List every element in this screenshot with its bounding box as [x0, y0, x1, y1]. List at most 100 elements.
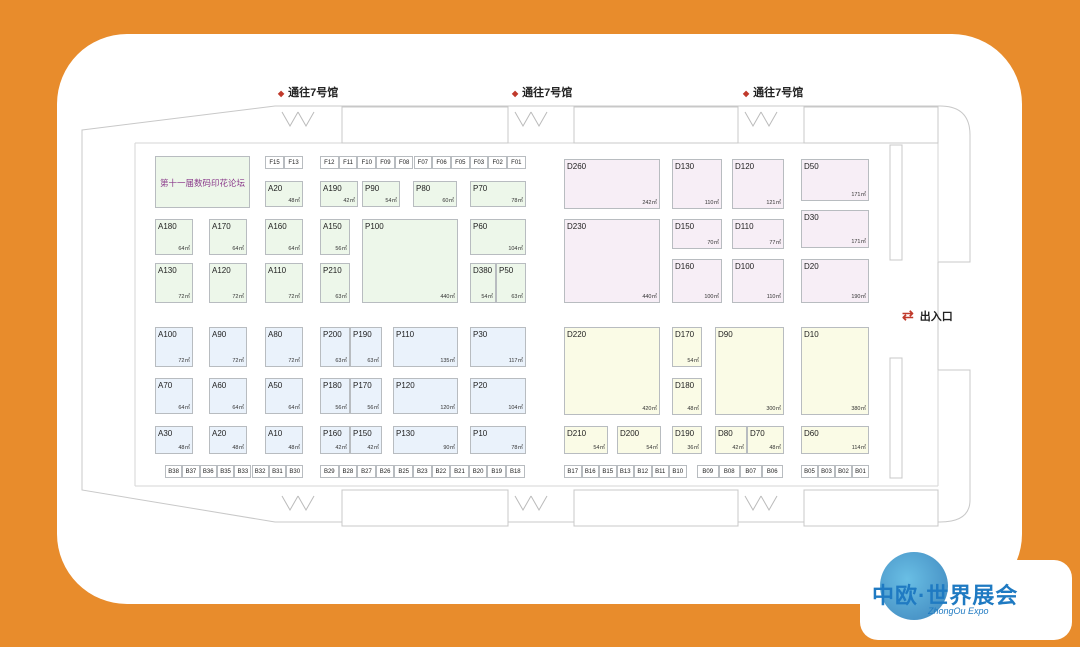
booth-d210[interactable]: D210 54㎡	[564, 426, 608, 454]
booth-d50[interactable]: D50 171㎡	[801, 159, 869, 201]
booth-d100[interactable]: D100 110㎡	[732, 259, 784, 303]
booth-a170[interactable]: A170 64㎡	[209, 219, 247, 255]
booth-a20[interactable]: A20 48㎡	[209, 426, 247, 454]
booth-d200[interactable]: D200 54㎡	[617, 426, 661, 454]
booth-b37[interactable]: B37	[182, 465, 200, 478]
booth-f11[interactable]: F11	[338, 156, 358, 169]
booth-b02[interactable]: B02	[835, 465, 852, 478]
booth-b23[interactable]: B23	[413, 465, 432, 478]
booth-f09[interactable]: F09	[376, 156, 395, 169]
booth-d120[interactable]: D120 121㎡	[732, 159, 784, 209]
booth-b31[interactable]: B31	[268, 465, 287, 478]
booth-b32[interactable]: B32	[251, 465, 269, 478]
booth-b35[interactable]: B35	[216, 465, 235, 478]
booth-b20[interactable]: B20	[468, 465, 488, 478]
booth-b06[interactable]: B06	[761, 465, 783, 478]
booth-a160[interactable]: A160 64㎡	[265, 219, 303, 255]
booth-p120[interactable]: P120 120㎡	[393, 378, 458, 414]
booth-p70[interactable]: P70 78㎡	[470, 181, 526, 207]
booth-b26[interactable]: B26	[375, 465, 395, 478]
booth-d230[interactable]: D230 440㎡	[564, 219, 660, 303]
booth-p210[interactable]: P210 63㎡	[320, 263, 350, 303]
booth-b22[interactable]: B22	[431, 465, 451, 478]
booth-f13[interactable]: F13	[284, 156, 303, 169]
booth-d70[interactable]: D70 48㎡	[747, 426, 784, 454]
booth-d20[interactable]: D20 190㎡	[801, 259, 869, 303]
booth-f10[interactable]: F10	[357, 156, 377, 169]
booth-d30[interactable]: D30 171㎡	[801, 210, 869, 248]
booth-d110[interactable]: D110 77㎡	[732, 219, 784, 249]
booth-b36[interactable]: B36	[199, 465, 217, 478]
booth-f15[interactable]: F15	[265, 156, 284, 169]
booth-b21[interactable]: B21	[450, 465, 469, 478]
booth-p90[interactable]: P90 54㎡	[362, 181, 400, 207]
booth-d220[interactable]: D220 420㎡	[564, 327, 660, 415]
booth-b29[interactable]: B29	[320, 465, 339, 478]
booth-b01[interactable]: B01	[852, 465, 869, 478]
booth-b16[interactable]: B16	[581, 465, 599, 478]
booth-b18[interactable]: B18	[506, 465, 525, 478]
booth-a120[interactable]: A120 72㎡	[209, 263, 247, 303]
booth-a110[interactable]: A110 72㎡	[265, 263, 303, 303]
booth-b25[interactable]: B25	[394, 465, 413, 478]
booth-p100[interactable]: P100 440㎡	[362, 219, 458, 303]
booth-f05[interactable]: F05	[450, 156, 470, 169]
booth-p30[interactable]: P30 117㎡	[470, 327, 526, 367]
booth-d160[interactable]: D160 100㎡	[672, 259, 722, 303]
booth-b17[interactable]: B17	[564, 465, 582, 478]
booth-b33[interactable]: B33	[234, 465, 252, 478]
booth-p150[interactable]: P150 42㎡	[350, 426, 382, 454]
booth-a180[interactable]: A180 64㎡	[155, 219, 193, 255]
booth-a90[interactable]: A90 72㎡	[209, 327, 247, 367]
forum-area[interactable]: 第十一届数码印花论坛	[155, 156, 250, 208]
booth-a150[interactable]: A150 56㎡	[320, 219, 350, 255]
booth-b12[interactable]: B12	[634, 465, 652, 478]
booth-f03[interactable]: F03	[469, 156, 489, 169]
booth-p170[interactable]: P170 56㎡	[350, 378, 382, 414]
booth-b03[interactable]: B03	[818, 465, 835, 478]
booth-p10[interactable]: P10 78㎡	[470, 426, 526, 454]
booth-p50[interactable]: P50 63㎡	[496, 263, 526, 303]
booth-a80[interactable]: A80 72㎡	[265, 327, 303, 367]
booth-p110[interactable]: P110 135㎡	[393, 327, 458, 367]
booth-f06[interactable]: F06	[432, 156, 451, 169]
booth-b38[interactable]: B38	[165, 465, 183, 478]
booth-p200[interactable]: P200 63㎡	[320, 327, 350, 367]
booth-b19[interactable]: B19	[487, 465, 506, 478]
booth-d170[interactable]: D170 54㎡	[672, 327, 702, 367]
booth-p180[interactable]: P180 56㎡	[320, 378, 350, 414]
booth-a190[interactable]: A190 42㎡	[320, 181, 358, 207]
booth-d80[interactable]: D80 42㎡	[715, 426, 747, 454]
booth-f12[interactable]: F12	[320, 156, 339, 169]
booth-p130[interactable]: P130 90㎡	[393, 426, 458, 454]
booth-b10[interactable]: B10	[669, 465, 687, 478]
booth-d60[interactable]: D60 114㎡	[801, 426, 869, 454]
booth-a130[interactable]: A130 72㎡	[155, 263, 193, 303]
booth-b05[interactable]: B05	[801, 465, 818, 478]
booth-p80[interactable]: P80 60㎡	[413, 181, 457, 207]
booth-b28[interactable]: B28	[338, 465, 358, 478]
booth-d10[interactable]: D10 380㎡	[801, 327, 869, 415]
booth-a30[interactable]: A30 48㎡	[155, 426, 193, 454]
booth-b13[interactable]: B13	[616, 465, 634, 478]
booth-b15[interactable]: B15	[599, 465, 617, 478]
booth-a60[interactable]: A60 64㎡	[209, 378, 247, 414]
booth-d130[interactable]: D130 110㎡	[672, 159, 722, 209]
booth-b09[interactable]: B09	[697, 465, 719, 478]
booth-a100[interactable]: A100 72㎡	[155, 327, 193, 367]
booth-d380[interactable]: D380 54㎡	[470, 263, 496, 303]
booth-p160[interactable]: P160 42㎡	[320, 426, 350, 454]
booth-f02[interactable]: F02	[488, 156, 507, 169]
booth-d180[interactable]: D180 48㎡	[672, 378, 702, 415]
booth-f08[interactable]: F08	[394, 156, 414, 169]
booth-a70[interactable]: A70 64㎡	[155, 378, 193, 414]
booth-f01[interactable]: F01	[507, 156, 526, 169]
booth-b08[interactable]: B08	[718, 465, 740, 478]
booth-d150[interactable]: D150 70㎡	[672, 219, 722, 249]
booth-p190[interactable]: P190 63㎡	[350, 327, 382, 367]
booth-a10[interactable]: A10 48㎡	[265, 426, 303, 454]
booth-b30[interactable]: B30	[286, 465, 304, 478]
booth-b07[interactable]: B07	[740, 465, 762, 478]
booth-p20[interactable]: P20 104㎡	[470, 378, 526, 414]
booth-d90[interactable]: D90 300㎡	[715, 327, 784, 415]
